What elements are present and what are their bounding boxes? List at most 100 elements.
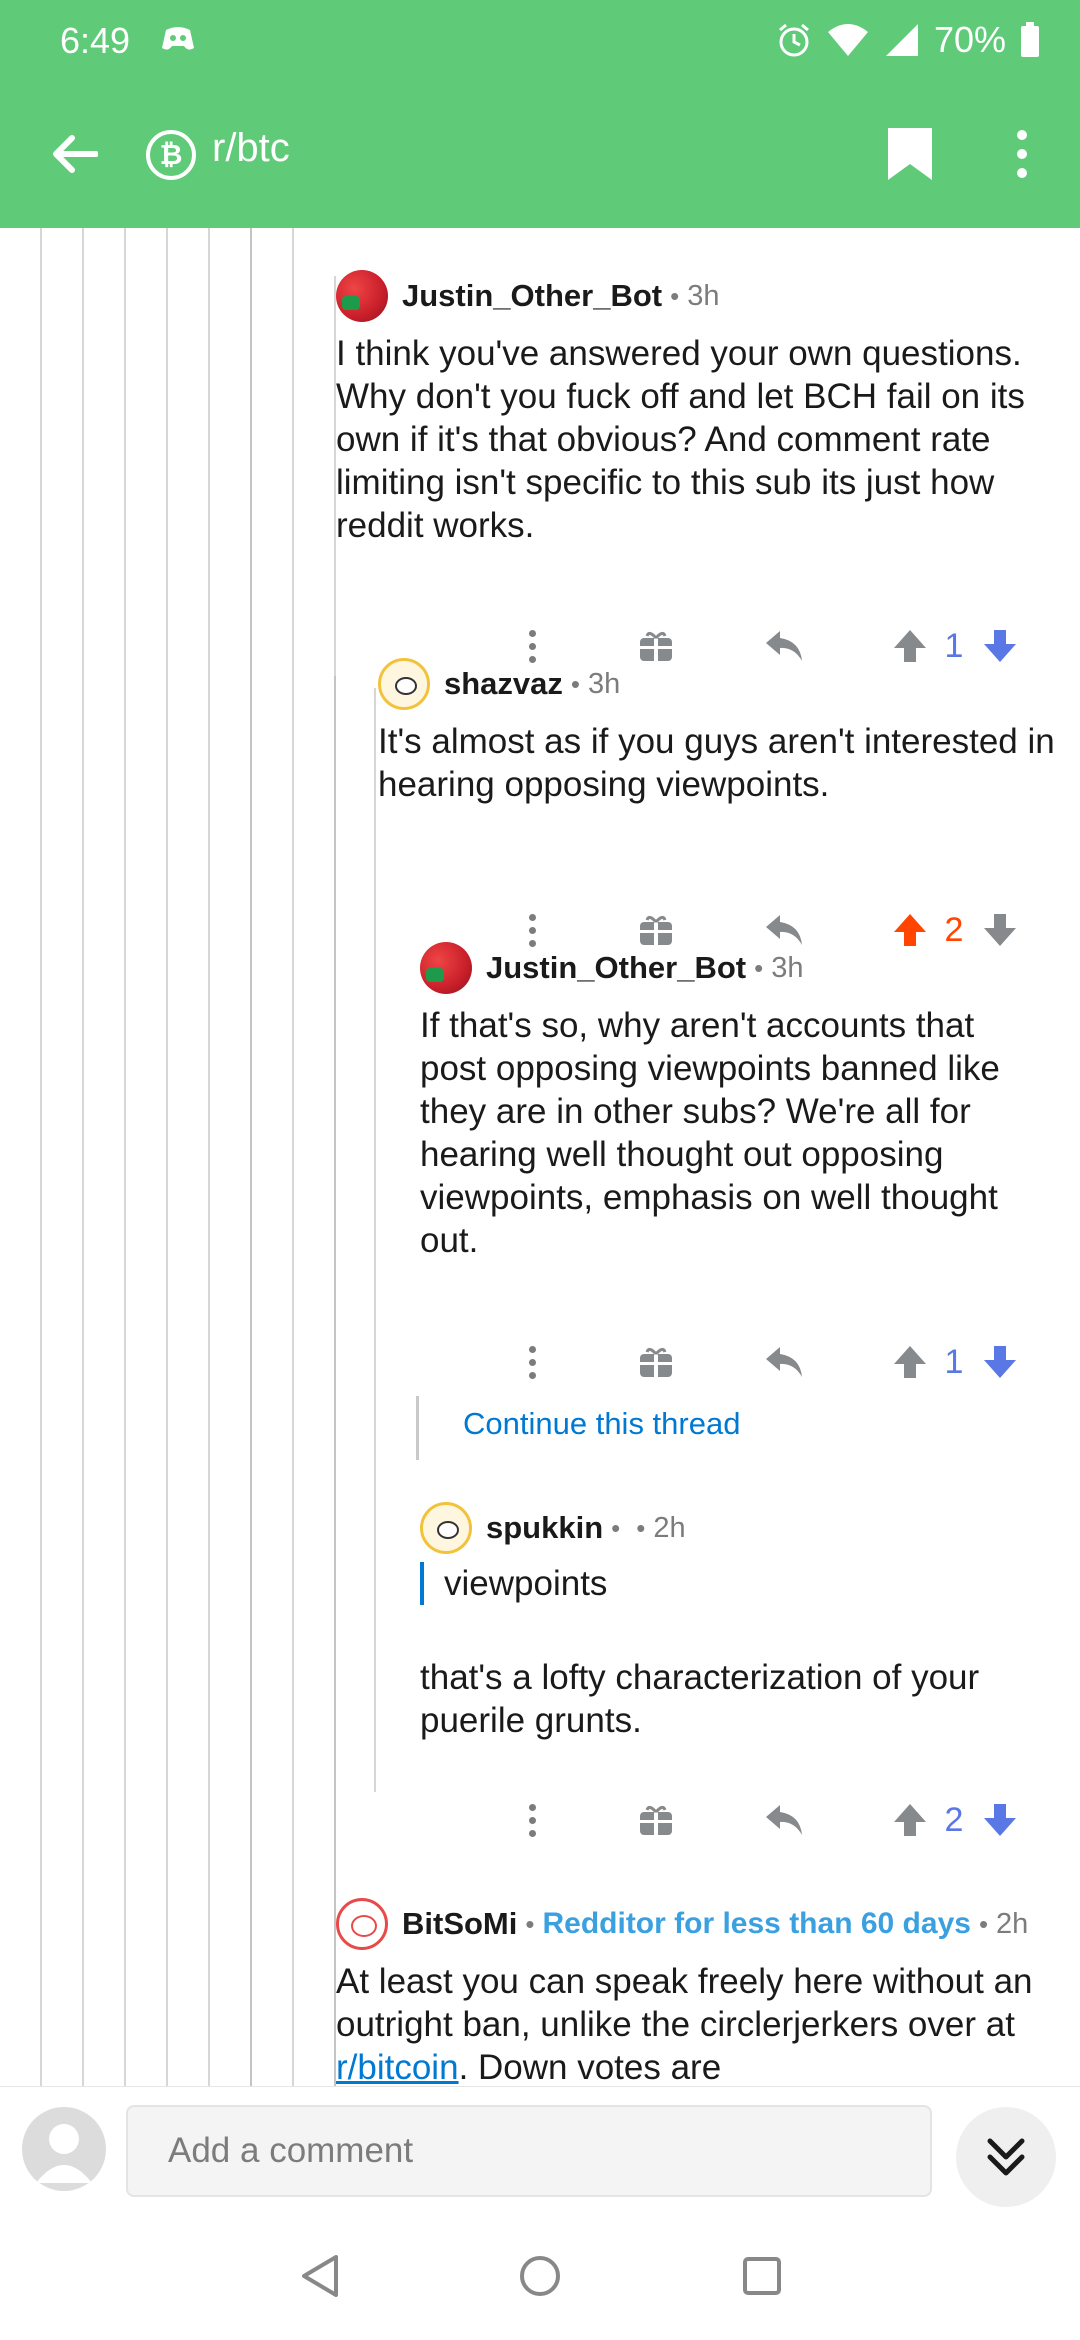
back-button[interactable] [40,120,108,188]
arrow-down-icon [984,914,1016,946]
arrow-up-icon [894,1804,926,1836]
comment-body: I think you've answered your own questio… [336,334,1025,545]
separator: • [611,1512,621,1543]
thread-line[interactable] [250,228,252,2086]
thread-line[interactable] [292,228,294,2086]
arrow-down-icon [984,1346,1016,1378]
bookmark-icon[interactable] [884,126,936,182]
comment-author[interactable]: spukkin [486,1510,603,1546]
comment-age: 2h [653,1511,686,1544]
gift-icon [640,631,672,661]
gift-icon [640,1805,672,1835]
avatar[interactable] [420,942,472,994]
thread-line[interactable] [40,228,42,2086]
nav-home-button[interactable] [510,2246,570,2306]
vote-score: 2 [944,1800,964,1839]
award-button[interactable] [638,1332,674,1392]
avatar[interactable] [378,658,430,710]
comment-body: It's almost as if you guys aren't intere… [378,722,1055,804]
comment-age: 3h [771,951,804,984]
award-button[interactable] [638,1790,674,1850]
arrow-up-icon [894,1346,926,1378]
separator: • [636,1512,646,1543]
continue-thread-link[interactable]: Continue this thread [463,1406,740,1442]
comment-header: Justin_Other_Bot • 3h [420,940,803,996]
comment-text: At least you can speak freely here witho… [336,1962,1033,2044]
comment-age: 3h [687,279,720,312]
status-icons: 70% [776,18,1040,62]
separator: • [754,952,764,983]
reply-button[interactable] [764,1332,804,1392]
vote-score: 1 [944,1342,964,1381]
triangle-back-icon [302,2255,338,2297]
comment-thread[interactable]: Justin_Other_Bot • 3h I think you've ans… [0,228,1080,2086]
reply-button[interactable] [764,616,804,676]
avatar[interactable] [336,1898,388,1950]
user-icon [36,2124,92,2183]
avatar[interactable] [420,1502,472,1554]
subreddit-title[interactable]: r/btc [212,126,290,171]
next-comment-button[interactable] [956,2107,1056,2207]
downvote-button[interactable] [982,1790,1018,1850]
separator: • [978,1908,989,1939]
nav-back-button[interactable] [290,2246,350,2306]
comment-author[interactable]: Justin_Other_Bot [486,950,746,986]
comment-age: 2h [996,1907,1029,1940]
thread-line[interactable] [208,228,210,2086]
upvote-button[interactable] [892,1332,928,1392]
battery-percent: 70% [933,19,1006,60]
arrow-down-icon [984,630,1016,662]
comment-author[interactable]: Justin_Other_Bot [402,278,662,314]
circle-home-icon [520,2256,560,2296]
more-options-button[interactable] [522,1790,542,1850]
separator: • [570,668,581,699]
award-button[interactable] [638,616,674,676]
comment-bar: Add a comment [0,2086,1080,2217]
reply-icon [766,1347,802,1377]
comment-body: that's a lofty characterization of your … [420,1658,980,1740]
status-bar: 6:49 70% [0,0,1080,80]
upvote-button[interactable] [892,900,928,960]
app-bar: ₿ r/btc [0,80,1080,228]
comment-author[interactable]: BitSoMi [402,1906,517,1942]
vote-score: 1 [944,626,964,665]
add-comment-input[interactable]: Add a comment [126,2105,932,2197]
arrow-left-icon [53,135,98,173]
downvote-button[interactable] [982,900,1018,960]
thread-line[interactable] [166,228,168,2086]
app-header: 6:49 70% ₿ r/btc [0,0,1080,228]
reply-icon [766,1805,802,1835]
alarm-icon [778,23,809,57]
upvote-button[interactable] [892,1790,928,1850]
square-recents-icon [743,2257,781,2295]
avatar[interactable] [336,270,388,322]
subreddit-link[interactable]: r/bitcoin [336,2048,459,2086]
thread-line[interactable] [124,228,126,2086]
block-quote: viewpoints [420,1562,607,1605]
reply-button[interactable] [764,1790,804,1850]
downvote-button[interactable] [982,616,1018,676]
comment-text: . Down votes are [458,2048,722,2086]
status-time: 6:49 [60,20,131,61]
comment-actions: 1 [336,1332,1066,1392]
more-options-button[interactable] [522,1332,542,1392]
bitcoin-icon: ₿ [146,130,196,180]
comment-author[interactable]: shazvaz [444,666,563,702]
nav-recents-button[interactable] [732,2246,792,2306]
vote-score: 2 [944,910,964,949]
arrow-down-icon [984,1804,1016,1836]
thread-line[interactable] [374,688,376,1792]
separator: • [525,1908,535,1939]
separator: • [670,280,680,311]
user-flair: Redditor for less than 60 days [542,1907,971,1940]
upvote-button[interactable] [892,616,928,676]
comment-actions: 2 [336,1790,1066,1850]
continue-thread-row[interactable]: Continue this thread [416,1396,1039,1460]
user-avatar[interactable] [22,2107,106,2191]
gift-icon [640,1347,672,1377]
overflow-menu-button[interactable] [1000,120,1044,188]
comment-body: If that's so, why aren't accounts that p… [420,1006,1000,1260]
thread-line[interactable] [82,228,84,2086]
battery-icon [1021,22,1039,57]
downvote-button[interactable] [982,1332,1018,1392]
